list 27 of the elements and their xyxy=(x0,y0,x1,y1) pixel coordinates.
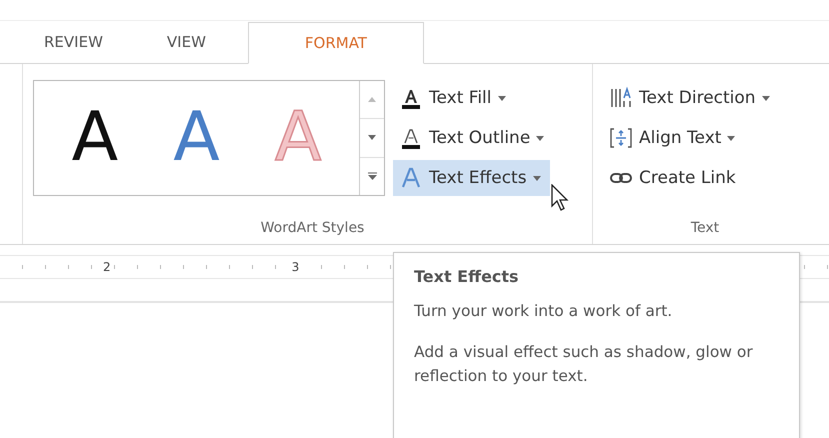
scroll-up-icon xyxy=(368,97,376,102)
ribbon-command-button[interactable]: Text Outline xyxy=(393,120,550,156)
dropdown-caret-icon xyxy=(727,136,736,140)
ribbon-command-button[interactable]: Text Effects xyxy=(393,160,550,196)
group-label: WordArt Styles xyxy=(260,220,366,238)
ribbon-command-button[interactable]: Text Fill xyxy=(393,80,550,116)
ribbon-command-button[interactable]: Align Text xyxy=(603,120,776,156)
text-effects-icon xyxy=(399,166,423,190)
mouse-pointer-icon xyxy=(551,184,569,211)
scroll-down-icon xyxy=(368,135,376,140)
group-label: Text xyxy=(690,220,720,238)
ribbon-command-button[interactable]: Create Link xyxy=(603,160,776,196)
dropdown-caret-icon xyxy=(532,176,541,180)
wordart-style-preview[interactable]: A xyxy=(72,104,118,172)
expand-icon xyxy=(368,172,376,180)
tooltip-title: Text Effects xyxy=(414,267,520,286)
dropdown-caret-icon xyxy=(536,136,544,140)
tooltip-detail: Add a visual effect such as shadow, glow or reflection to your text. xyxy=(414,342,754,386)
ribbon-tab[interactable]: REVIEW xyxy=(22,33,125,63)
dropdown-caret-icon xyxy=(762,96,770,100)
tooltip-description: Turn your work into a work of art. xyxy=(414,301,674,322)
wordart-style-preview[interactable]: A xyxy=(173,104,220,172)
align-text-icon xyxy=(609,126,633,150)
dropdown-caret-icon xyxy=(498,96,506,100)
ribbon-command-button[interactable]: Text Direction xyxy=(603,80,776,116)
text-direction-icon xyxy=(609,86,633,110)
ribbon-tab[interactable]: VIEW xyxy=(144,33,228,63)
